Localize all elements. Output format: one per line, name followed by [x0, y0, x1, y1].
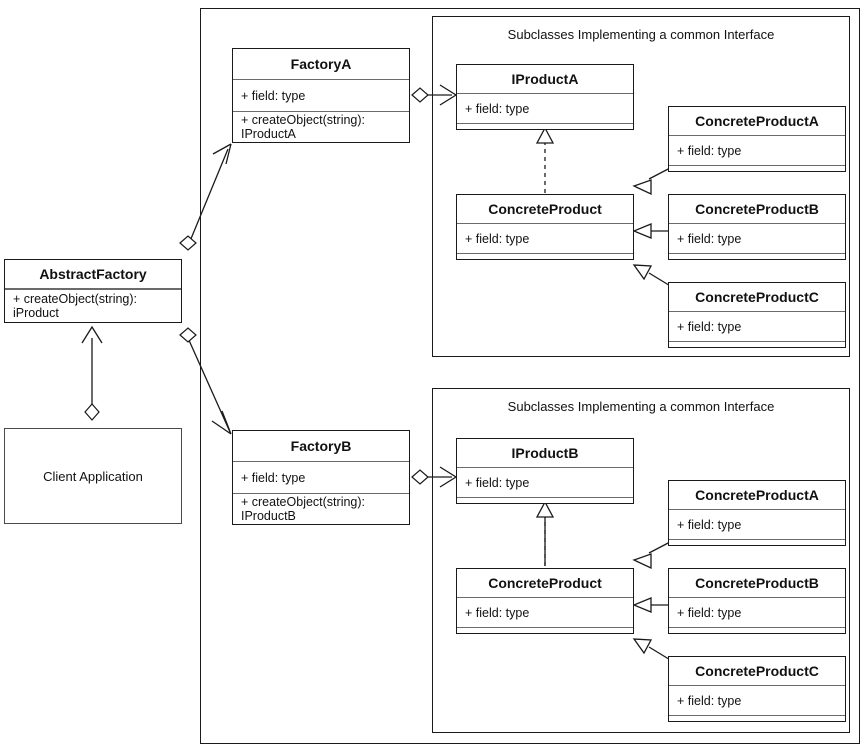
class-factoryb[interactable]: FactoryB + field: type + createObject(st…: [232, 430, 410, 525]
class-concreteproduct-top-operations: [457, 253, 633, 259]
class-concreteproductc-bottom[interactable]: ConcreteProductC + field: type: [668, 656, 846, 722]
class-concreteproductb-bottom-field: + field: type: [669, 597, 845, 627]
class-concreteproducta-top-operations: [669, 165, 845, 171]
class-iproducta-name: IProductA: [511, 71, 579, 87]
class-client-application[interactable]: Client Application: [4, 428, 182, 524]
class-abstractfactory[interactable]: AbstractFactory + createObject(string): …: [4, 259, 182, 323]
class-factoryb-operation: + createObject(string): IProductB: [233, 493, 409, 524]
class-concreteproducta-bottom-name: ConcreteProductA: [695, 487, 819, 503]
class-factoryb-name: FactoryB: [290, 438, 352, 454]
class-concreteproduct-top[interactable]: ConcreteProduct + field: type: [456, 194, 634, 260]
assoc-client-abstractfactory: [81, 325, 103, 421]
class-concreteproductb-bottom[interactable]: ConcreteProductB + field: type: [668, 568, 846, 634]
class-factorya-name: FactoryA: [290, 56, 352, 72]
class-abstractfactory-name: AbstractFactory: [39, 266, 147, 282]
class-concreteproductc-bottom-operations: [669, 715, 845, 721]
class-concreteproductc-top-operations: [669, 341, 845, 347]
class-concreteproducta-top-field: + field: type: [669, 135, 845, 165]
class-concreteproduct-bottom-field: + field: type: [457, 597, 633, 627]
class-concreteproductb-top[interactable]: ConcreteProductB + field: type: [668, 194, 846, 260]
class-iproductb[interactable]: IProductB + field: type: [456, 438, 634, 504]
class-concreteproductb-bottom-name: ConcreteProductB: [695, 575, 819, 591]
class-iproductb-name: IProductB: [511, 445, 579, 461]
class-iproducta[interactable]: IProductA + field: type: [456, 64, 634, 130]
class-abstractfactory-operation: + createObject(string): iProduct: [5, 288, 181, 322]
class-factorya[interactable]: FactoryA + field: type + createObject(st…: [232, 48, 410, 143]
class-factorya-operation: + createObject(string): IProductA: [233, 111, 409, 142]
class-concreteproductc-top-name: ConcreteProductC: [695, 289, 819, 305]
class-concreteproduct-bottom-operations: [457, 627, 633, 633]
group-panel-bottom-title: Subclasses Implementing a common Interfa…: [507, 399, 775, 414]
class-concreteproducta-top-name: ConcreteProductA: [695, 113, 819, 129]
class-concreteproductc-top[interactable]: ConcreteProductC + field: type: [668, 282, 846, 348]
class-iproducta-field: + field: type: [457, 93, 633, 123]
class-iproducta-operations: [457, 123, 633, 129]
class-iproductb-field: + field: type: [457, 467, 633, 497]
class-concreteproductb-top-operations: [669, 253, 845, 259]
class-concreteproducta-bottom-operations: [669, 539, 845, 545]
class-factoryb-field: + field: type: [233, 461, 409, 493]
class-concreteproduct-bottom-name: ConcreteProduct: [488, 575, 602, 591]
class-concreteproduct-top-name: ConcreteProduct: [488, 201, 602, 217]
class-client-application-label: Client Application: [43, 468, 143, 484]
class-iproductb-operations: [457, 497, 633, 503]
group-panel-top-title: Subclasses Implementing a common Interfa…: [507, 27, 775, 42]
class-concreteproductc-bottom-name: ConcreteProductC: [695, 663, 819, 679]
class-concreteproducta-bottom[interactable]: ConcreteProductA + field: type: [668, 480, 846, 546]
class-concreteproductb-top-name: ConcreteProductB: [695, 201, 819, 217]
class-concreteproduct-top-field: + field: type: [457, 223, 633, 253]
class-factorya-field: + field: type: [233, 79, 409, 111]
class-concreteproductc-top-field: + field: type: [669, 311, 845, 341]
uml-diagram-canvas: FactoryA : aggregation --> FactoryB : ag…: [0, 0, 867, 751]
class-concreteproduct-bottom[interactable]: ConcreteProduct + field: type: [456, 568, 634, 634]
class-concreteproducta-bottom-field: + field: type: [669, 509, 845, 539]
class-concreteproductb-bottom-operations: [669, 627, 845, 633]
class-concreteproducta-top[interactable]: ConcreteProductA + field: type: [668, 106, 846, 172]
class-concreteproductb-top-field: + field: type: [669, 223, 845, 253]
class-concreteproductc-bottom-field: + field: type: [669, 685, 845, 715]
